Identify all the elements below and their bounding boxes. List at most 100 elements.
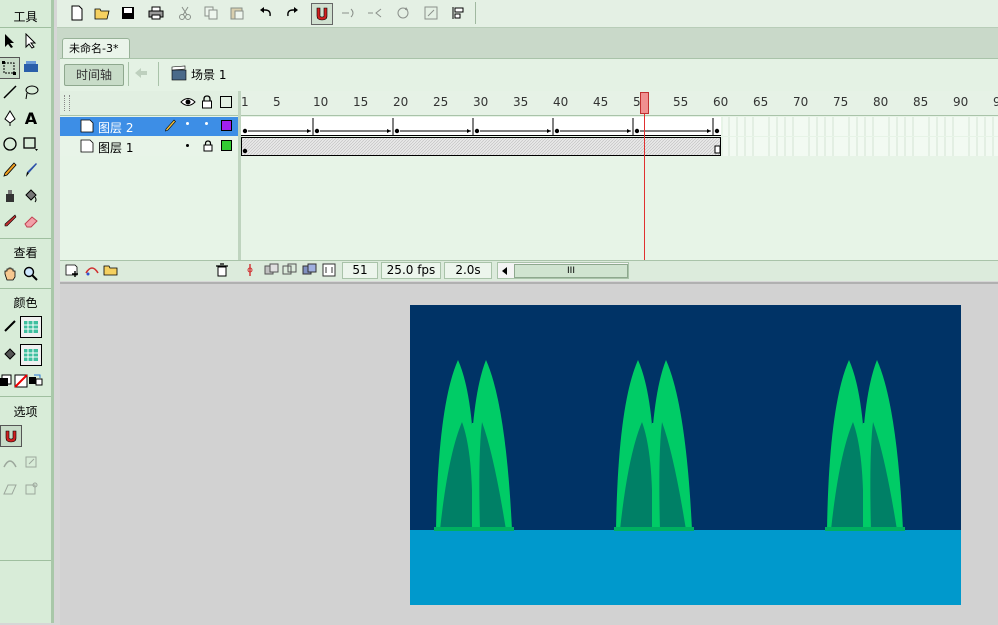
new-file-icon[interactable] [67, 3, 87, 23]
timeline-toggle-button[interactable]: 时间轴 [64, 64, 124, 86]
paint-bucket-tool-icon[interactable] [21, 186, 41, 206]
add-motion-guide-icon[interactable] [84, 263, 100, 280]
insert-folder-icon[interactable] [103, 263, 119, 280]
layer-row-1[interactable]: 图层 1 [60, 137, 238, 156]
ruler-tick: 20 [393, 95, 409, 109]
modify-onion-markers-icon[interactable] [322, 263, 336, 280]
snap-magnet-icon[interactable] [0, 425, 22, 447]
timeline-scrollbar[interactable]: III [497, 262, 629, 279]
subselect-tool-icon[interactable] [21, 31, 41, 51]
gradient-transform-tool-icon[interactable] [21, 57, 41, 77]
outline-icon[interactable] [220, 96, 232, 108]
layer-color-swatch[interactable] [221, 140, 232, 151]
rotate-icon[interactable] [393, 3, 413, 23]
straighten-option-icon[interactable] [0, 479, 20, 499]
layer-color-swatch[interactable] [221, 120, 232, 131]
zoom-tool-icon[interactable] [21, 264, 41, 284]
center-frame-icon[interactable] [243, 263, 257, 280]
smooth-option-icon[interactable] [0, 452, 20, 472]
ruler-tick: 9 [993, 95, 998, 109]
layer-lock-icon[interactable] [203, 140, 213, 155]
frames-layer-2[interactable] [241, 117, 998, 157]
fill-color-bucket-icon [0, 344, 20, 364]
delete-layer-icon[interactable] [215, 263, 229, 280]
visibility-dot[interactable] [186, 144, 189, 147]
brush-tool-icon[interactable] [21, 160, 41, 180]
onion-skin-outline-icon[interactable] [282, 263, 298, 280]
ruler-tick: 65 [753, 95, 769, 109]
layer-page-icon [80, 119, 94, 136]
elapsed-time-field: 2.0s [444, 262, 492, 279]
ruler-tick: 70 [793, 95, 809, 109]
divider [128, 62, 129, 86]
ruler-tick: 75 [833, 95, 849, 109]
layer-row-2[interactable]: 图层 2 [60, 117, 238, 136]
paste-icon[interactable] [227, 3, 247, 23]
align-icon[interactable] [448, 3, 468, 23]
lock-dot[interactable] [205, 122, 208, 125]
straighten-icon[interactable] [365, 3, 385, 23]
snap-to-objects-icon[interactable] [311, 3, 333, 25]
ruler-tick: 5 [273, 95, 281, 109]
smooth-icon[interactable] [339, 3, 359, 23]
print-icon[interactable] [146, 3, 166, 23]
stage-canvas[interactable] [410, 305, 961, 605]
scale-icon[interactable] [421, 3, 441, 23]
onion-skin-icon[interactable] [264, 263, 280, 280]
swap-colors-icon[interactable] [26, 371, 46, 391]
text-tool-icon[interactable]: A [21, 108, 41, 128]
ruler-tick: 80 [873, 95, 889, 109]
divider [0, 288, 51, 289]
rotate-skew-option-icon[interactable] [21, 479, 41, 499]
frames-layer-1[interactable] [241, 137, 998, 156]
ruler-tick: 30 [473, 95, 489, 109]
undo-icon[interactable] [256, 3, 276, 23]
fill-color-swatch[interactable] [20, 344, 42, 366]
pencil-tool-icon[interactable] [0, 160, 20, 180]
add-layer-icon[interactable] [65, 263, 81, 280]
copy-icon[interactable] [201, 3, 221, 23]
pen-tool-icon[interactable] [0, 108, 20, 128]
visibility-dot[interactable] [186, 122, 189, 125]
free-transform-tool-icon[interactable] [0, 57, 20, 79]
scroll-thumb[interactable]: III [514, 264, 628, 278]
oval-tool-icon[interactable] [0, 134, 20, 154]
back-arrow-icon[interactable] [133, 65, 149, 81]
document-tab[interactable]: 未命名-3* [62, 38, 130, 58]
hand-tool-icon[interactable] [0, 264, 20, 284]
eyedropper-tool-icon[interactable] [0, 212, 20, 232]
line-tool-icon[interactable] [0, 82, 20, 102]
grip-handle[interactable] [64, 95, 70, 111]
view-section-label: 查看 [13, 246, 38, 260]
lock-icon[interactable] [201, 95, 213, 112]
scene-label[interactable]: 场景 1 [191, 66, 226, 83]
stroke-color-swatch[interactable] [20, 316, 42, 338]
arrow-tool-icon[interactable] [0, 31, 20, 51]
playhead-handle[interactable] [640, 92, 649, 114]
ink-bottle-tool-icon[interactable] [0, 186, 20, 206]
ruler-tick: 90 [953, 95, 969, 109]
edit-multiple-frames-icon[interactable] [302, 263, 318, 280]
divider [0, 560, 51, 561]
lasso-tool-icon[interactable] [21, 82, 41, 102]
cut-icon[interactable] [175, 3, 195, 23]
eye-icon[interactable] [180, 96, 196, 111]
save-icon[interactable] [118, 3, 138, 23]
layer-name[interactable]: 图层 1 [98, 139, 133, 156]
divider [0, 238, 51, 239]
ruler-tick: 10 [313, 95, 329, 109]
eraser-tool-icon[interactable] [21, 212, 41, 232]
divider [158, 62, 159, 86]
scroll-left-arrow-icon[interactable] [500, 265, 508, 279]
redo-icon[interactable] [282, 3, 302, 23]
open-folder-icon[interactable] [92, 3, 112, 23]
ruler-tick: 15 [353, 95, 369, 109]
frame-rate-field[interactable]: 25.0 fps [381, 262, 441, 279]
color-section-label: 颜色 [13, 296, 38, 310]
rectangle-tool-icon[interactable] [21, 134, 41, 154]
playhead-line [644, 114, 645, 260]
ruler-tick: 25 [433, 95, 449, 109]
layer-header [60, 91, 238, 116]
scale-option-icon[interactable] [21, 452, 41, 472]
layer-name[interactable]: 图层 2 [98, 119, 133, 136]
